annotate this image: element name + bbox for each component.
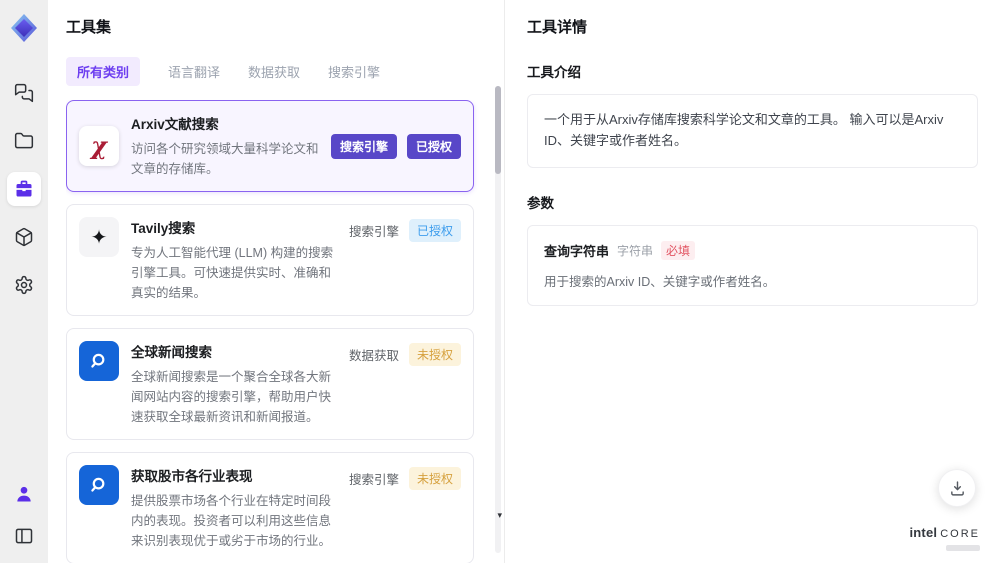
brand-line: core (940, 528, 980, 541)
star-icon: ✦ (79, 217, 119, 257)
tool-description: 全球新闻搜索是一个聚合全球各大新闻网站内容的搜索引擎，帮助用户快速获取全球最新资… (131, 370, 332, 424)
panel-toggle-icon[interactable] (7, 519, 41, 553)
settings-icon[interactable] (7, 268, 41, 302)
tool-list: χ Arxiv文献搜索 访问各个研究领域大量科学论文和文章的存储库。 搜索引擎 … (66, 100, 486, 563)
tool-detail-panel: 工具详情 工具介绍 一个用于从Arxiv存储库搜索科学论文和文章的工具。 输入可… (505, 0, 1000, 563)
param-required-badge: 必填 (661, 240, 696, 260)
category-label: 搜索引擎 (348, 473, 399, 487)
list-scrollbar[interactable] (495, 86, 501, 553)
search-app-icon (79, 465, 119, 505)
intel-core-logo: intel core (909, 524, 980, 551)
scrollbar-thumb[interactable] (495, 86, 501, 174)
category-label: 数据获取 (348, 349, 399, 363)
tool-name: Tavily搜索 (131, 221, 196, 236)
tool-card-global-news[interactable]: 全球新闻搜索 全球新闻搜索是一个聚合全球各大新闻网站内容的搜索引擎，帮助用户快速… (66, 328, 474, 440)
param-name: 查询字符串 (544, 243, 610, 259)
scroll-down-icon[interactable]: ▾ (497, 510, 502, 521)
download-button[interactable] (938, 469, 976, 507)
detail-title: 工具详情 (527, 19, 588, 36)
app-logo-icon (11, 14, 37, 42)
tool-list-panel: 工具集 所有类别 语言翻译 数据获取 搜索引擎 χ Arxiv文献搜索 访问各个… (48, 0, 505, 563)
intro-card: 一个用于从Arxiv存储库搜索科学论文和文章的工具。 输入可以是Arxiv ID… (527, 94, 978, 168)
intro-section-title: 工具介绍 (527, 65, 581, 80)
tool-description: 专为人工智能代理 (LLM) 构建的搜索引擎工具。可快速提供实时、准确和真实的结… (131, 246, 334, 300)
chat-icon[interactable] (7, 76, 41, 110)
tool-card-sector-performance[interactable]: 获取股市各行业表现 提供股票市场各个行业在特定时间段内的表现。投资者可以利用这些… (66, 452, 474, 563)
toolbox-icon[interactable] (7, 172, 41, 206)
tab-all-categories[interactable]: 所有类别 (66, 57, 141, 86)
tool-card-tavily[interactable]: ✦ Tavily搜索 专为人工智能代理 (LLM) 构建的搜索引擎工具。可快速提… (66, 204, 474, 316)
tab-data-acquisition[interactable]: 数据获取 (248, 62, 300, 81)
tab-search-engine[interactable]: 搜索引擎 (328, 62, 380, 81)
package-icon[interactable] (7, 220, 41, 254)
param-type: 字符串 (617, 243, 654, 258)
download-icon (950, 480, 964, 496)
tool-description: 提供股票市场各个行业在特定时间段内的表现。投资者可以利用这些信息来识别表现优于或… (131, 494, 332, 548)
params-section-title: 参数 (527, 195, 554, 211)
user-icon[interactable] (7, 477, 41, 511)
param-card: 查询字符串 字符串 必填 用于搜索的Arxiv ID、关键字或作者姓名。 (527, 224, 978, 306)
status-badge: 未授权 (408, 343, 461, 366)
tool-card-arxiv[interactable]: χ Arxiv文献搜索 访问各个研究领域大量科学论文和文章的存储库。 搜索引擎 … (66, 100, 474, 192)
page-title: 工具集 (66, 19, 112, 36)
brand-sub-mark (946, 545, 980, 551)
app-sidebar (0, 0, 48, 563)
tool-description: 访问各个研究领域大量科学论文和文章的存储库。 (131, 142, 319, 176)
param-description: 用于搜索的Arxiv ID、关键字或作者姓名。 (544, 274, 776, 289)
brand-name: intel (909, 525, 938, 541)
category-badge: 搜索引擎 (330, 133, 397, 159)
tool-name: Arxiv文献搜索 (131, 117, 219, 132)
status-badge: 已授权 (408, 219, 461, 242)
search-app-icon (79, 341, 119, 381)
folder-icon[interactable] (7, 124, 41, 158)
tool-name: 获取股市各行业表现 (131, 469, 253, 484)
category-tabs: 所有类别 语言翻译 数据获取 搜索引擎 (66, 57, 486, 86)
tab-language-translation[interactable]: 语言翻译 (168, 62, 220, 81)
status-badge: 已授权 (406, 133, 461, 159)
status-badge: 未授权 (408, 467, 461, 490)
category-label: 搜索引擎 (348, 225, 399, 239)
arxiv-icon: χ (79, 126, 119, 166)
intro-text: 一个用于从Arxiv存储库搜索科学论文和文章的工具。 输入可以是Arxiv ID… (544, 112, 944, 148)
tool-name: 全球新闻搜索 (131, 345, 212, 360)
